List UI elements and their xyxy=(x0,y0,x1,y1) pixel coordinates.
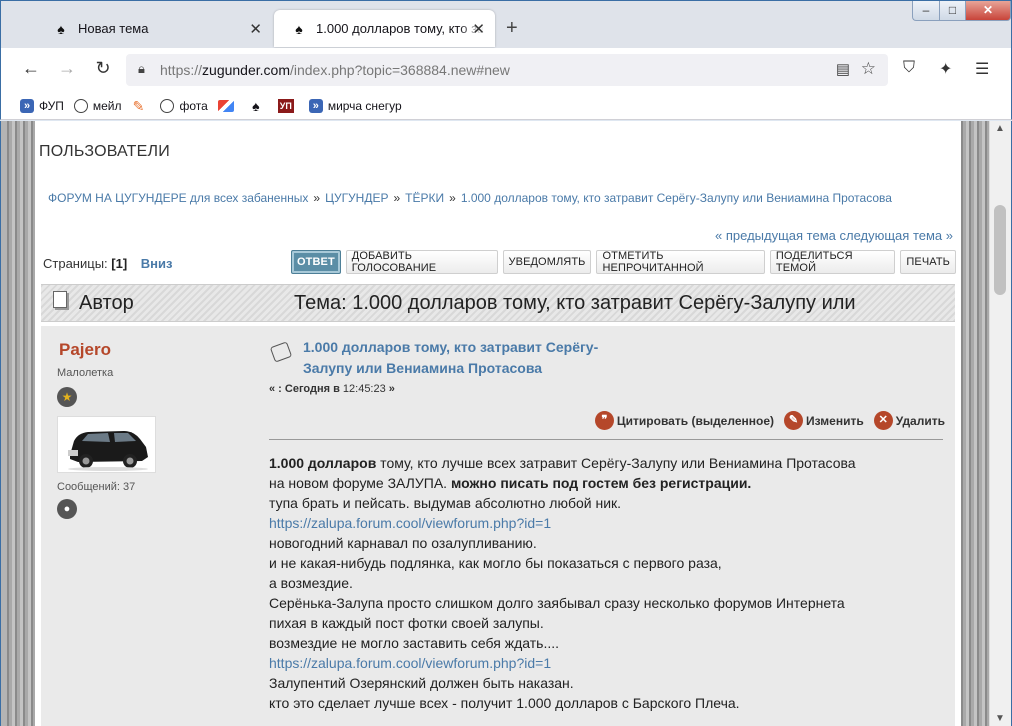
up-icon: УП xyxy=(277,98,294,113)
current-page: [1] xyxy=(111,256,128,271)
bookmark-fup[interactable]: » ФУП xyxy=(20,98,64,113)
lock-icon: 🔒︎ xyxy=(138,61,145,76)
mail-icon xyxy=(217,99,234,112)
topic-tag-icon xyxy=(269,341,293,363)
profile-icon[interactable]: ● xyxy=(57,499,77,519)
new-tab-plus-icon[interactable]: + xyxy=(506,17,518,40)
post-subject[interactable]: 1.000 долларов тому, кто затравит Серёгу… xyxy=(303,337,623,379)
page-viewport: ПОЛЬЗОВАТЕЛИ ФОРУМ НА ЦУГУНДЕРЕ для всех… xyxy=(0,121,1012,726)
notify-button[interactable]: УВЕДОМЛЯТЬ xyxy=(502,250,592,274)
scroll-down-icon[interactable]: ▼ xyxy=(995,713,1005,724)
forum-content: ПОЛЬЗОВАТЕЛИ ФОРУМ НА ЦУГУНДЕРЕ для всех… xyxy=(35,121,961,726)
print-button[interactable]: ПЕЧАТЬ xyxy=(900,250,956,274)
bookmark-up[interactable]: УП xyxy=(277,98,299,113)
tab-strip: ♠ Новая тема ✕ ♠ 1.000 долларов тому, кт… xyxy=(0,0,1012,48)
post-divider xyxy=(269,439,943,440)
breadcrumb-forum[interactable]: ФОРУМ НА ЦУГУНДЕРЕ для всех забаненных xyxy=(48,191,308,205)
bookmark-spade[interactable]: ♠ xyxy=(249,99,268,113)
close-tab-icon[interactable]: ✕ xyxy=(472,20,485,38)
poster-name[interactable]: Pajero xyxy=(59,340,111,360)
car-avatar-image xyxy=(58,417,155,472)
avatar xyxy=(57,416,156,473)
post-actions: ❞ Цитировать (выделенное) ✎ Изменить ✕ Удал… xyxy=(585,411,945,430)
quote-button[interactable]: ❞ Цитировать (выделенное) xyxy=(594,411,774,430)
globe-icon xyxy=(73,98,88,113)
star-icon: ★ xyxy=(57,387,77,407)
page-scrollbar[interactable]: ▲ ▼ xyxy=(989,121,1011,726)
reply-button[interactable]: ОТВЕТ xyxy=(291,250,341,274)
bookmark-pen[interactable]: ✎ xyxy=(131,99,150,113)
message-count: Сообщений: 37 xyxy=(57,481,136,493)
page-background-right xyxy=(961,121,989,726)
navigation-bar: ← → ↻ 🔒︎ https://zugunder.com/index.php?… xyxy=(0,48,1012,92)
breadcrumb-board[interactable]: ЦУГУНДЕР xyxy=(325,191,388,205)
post-date: « : Сегодня в 12:45:23 » xyxy=(269,383,395,395)
bookmark-gmail[interactable] xyxy=(217,99,239,112)
topic-column-header: Тема: 1.000 долларов тому, кто затравит … xyxy=(294,292,856,314)
bookmarks-toolbar: » ФУП мейл ✎ фота ♠ УП » мирча снегур xyxy=(0,92,1012,120)
bookmark-mail[interactable]: мейл xyxy=(73,98,121,113)
page-background-left xyxy=(7,121,35,726)
reader-view-icon[interactable]: ▤ xyxy=(836,60,850,78)
extensions-wand-icon[interactable]: ✦ xyxy=(939,59,952,79)
tab-new-topic[interactable]: ♠ Новая тема ✕ xyxy=(36,10,272,47)
breadcrumb-topic[interactable]: 1.000 долларов тому, кто затравит Серёгу… xyxy=(461,191,892,205)
spade-icon: ♠ xyxy=(295,20,303,37)
post-link[interactable]: https://zalupa.forum.cool/viewforum.php?… xyxy=(269,513,929,533)
address-bar[interactable]: 🔒︎ https://zugunder.com/index.php?topic=… xyxy=(126,54,888,86)
tab-active-topic[interactable]: ♠ 1.000 долларов тому, кто затравит Серё… xyxy=(274,10,495,47)
pen-icon: ✎ xyxy=(132,97,145,114)
bookmark-fota[interactable]: фота xyxy=(160,98,208,113)
spade-icon: ♠ xyxy=(57,20,65,37)
spade-icon: ♠ xyxy=(252,97,260,114)
back-arrow-icon[interactable]: ← xyxy=(19,58,43,79)
reload-icon[interactable]: ↻ xyxy=(91,58,115,79)
tab-title: Новая тема xyxy=(78,21,149,36)
scrollbar-thumb[interactable] xyxy=(994,205,1006,295)
shield-icon[interactable]: ⛉ xyxy=(903,59,915,77)
menu-hamburger-icon[interactable]: ☰ xyxy=(975,59,989,79)
author-column-header: Автор xyxy=(79,292,134,314)
close-tab-icon[interactable]: ✕ xyxy=(249,20,262,38)
pagination: Страницы: [1] Вниз xyxy=(43,256,173,271)
bookmark-mircha[interactable]: » мирча снегур xyxy=(308,98,402,113)
section-title: ПОЛЬЗОВАТЕЛИ xyxy=(39,143,170,160)
forward-arrow-icon[interactable]: → xyxy=(55,58,79,79)
topic-buttons: ОТВЕТ ДОБАВИТЬ ГОЛОСОВАНИЕ УВЕДОМЛЯТЬ ОТ… xyxy=(291,250,961,274)
chevron-icon: » xyxy=(308,98,323,113)
tab-title: 1.000 долларов тому, кто затравит Серёгу… xyxy=(316,21,484,36)
url-text[interactable]: https://zugunder.com/index.php?topic=368… xyxy=(160,62,510,78)
mark-unread-button[interactable]: ОТМЕТИТЬ НЕПРОЧИТАННОЙ xyxy=(596,250,765,274)
share-topic-button[interactable]: ПОДЕЛИТЬСЯ ТЕМОЙ xyxy=(769,250,896,274)
minimize-icon[interactable]: – xyxy=(912,1,939,21)
go-down-link[interactable]: Вниз xyxy=(141,256,173,271)
edit-button[interactable]: ✎ Изменить xyxy=(784,411,864,430)
window-controls: – □ ✕ xyxy=(912,1,1011,21)
poster-rank: Малолетка xyxy=(57,367,114,379)
chevron-icon: » xyxy=(20,98,34,113)
post: Pajero Малолетка ★ Сообщений: 37 ● 1.000… xyxy=(41,326,955,726)
bookmark-star-icon[interactable]: ☆ xyxy=(861,59,876,79)
close-window-icon[interactable]: ✕ xyxy=(965,1,1011,21)
quote-icon: ❞ xyxy=(594,411,614,430)
post-body: 1.000 долларов тому, кто лучше всех затр… xyxy=(269,453,929,713)
pencil-icon: ✎ xyxy=(784,411,803,430)
post-link[interactable]: https://zalupa.forum.cool/viewforum.php?… xyxy=(269,653,929,673)
close-icon: ✕ xyxy=(873,411,893,430)
maximize-icon[interactable]: □ xyxy=(939,1,965,21)
breadcrumb: ФОРУМ НА ЦУГУНДЕРЕ для всех забаненных» Ц… xyxy=(48,191,892,205)
prev-next-topic-links[interactable]: « предыдущая тема следующая тема » xyxy=(715,228,953,243)
breadcrumb-subboard[interactable]: ТЁРКИ xyxy=(405,191,444,205)
add-poll-button[interactable]: ДОБАВИТЬ ГОЛОСОВАНИЕ xyxy=(345,250,498,274)
delete-button[interactable]: ✕ Удалить xyxy=(873,411,945,430)
scroll-up-icon[interactable]: ▲ xyxy=(995,123,1005,134)
globe-icon xyxy=(160,98,175,113)
document-icon xyxy=(53,291,67,308)
topic-header-bar: Автор Тема: 1.000 долларов тому, кто зат… xyxy=(41,284,955,322)
